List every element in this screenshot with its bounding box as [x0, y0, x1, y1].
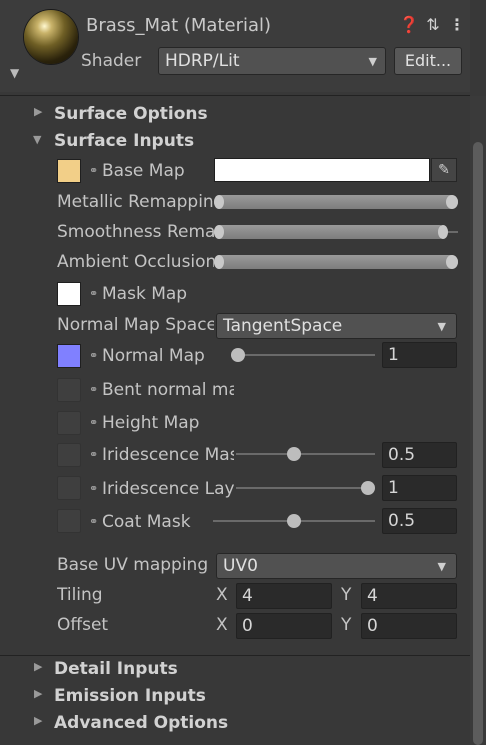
offset-label: Offset [57, 615, 109, 635]
offset-x-label: X [216, 615, 228, 635]
collapsed-arrow-icon[interactable]: ▶ [34, 660, 42, 673]
separator [0, 655, 470, 656]
coat-mask-slider-handle[interactable] [287, 514, 301, 528]
scrollbar-thumb[interactable] [473, 142, 483, 745]
bent-normal-map-texture-slot[interactable] [57, 378, 81, 402]
more-icon[interactable]: ⋮ [446, 14, 468, 36]
detail-inputs-foldout[interactable]: Detail Inputs [54, 659, 178, 679]
link-icon: ⚭ [89, 383, 99, 396]
iridescence-layer-label: Iridescence Layer Thickness [102, 479, 234, 499]
offset-y-label: Y [341, 615, 352, 635]
slider-handle[interactable] [446, 195, 458, 209]
material-preview-icon [24, 10, 78, 64]
slider-handle[interactable] [214, 225, 224, 239]
edit-shader-button[interactable]: Edit... [394, 47, 462, 75]
base-uv-mapping-value: UV0 [223, 556, 258, 576]
coat-mask-texture-slot[interactable] [57, 509, 81, 533]
iridescence-mask-texture-slot[interactable] [57, 443, 81, 467]
collapsed-arrow-icon[interactable]: ▶ [34, 687, 42, 700]
separator [0, 95, 470, 96]
link-icon: ⚭ [89, 349, 99, 362]
surface-inputs-foldout[interactable]: Surface Inputs [54, 131, 194, 151]
dropdown-arrow-icon: ▼ [437, 560, 446, 573]
iridescence-mask-slider-track[interactable] [236, 453, 375, 455]
dropdown-arrow-icon: ▼ [437, 320, 446, 333]
smoothness-remapping-label: Smoothness Remapping [57, 222, 214, 242]
normal-map-space-label: Normal Map Space [57, 315, 214, 335]
metallic-remapping-slider[interactable] [214, 195, 458, 209]
base-uv-mapping-label: Base UV mapping [57, 555, 209, 575]
normal-scale-slider-track[interactable] [231, 354, 375, 356]
collapsed-arrow-icon[interactable]: ▶ [34, 714, 42, 727]
coat-mask-input[interactable]: 0.5 [382, 508, 457, 534]
material-title: Brass_Mat (Material) [86, 15, 272, 36]
iridescence-layer-slider-track[interactable] [236, 487, 375, 489]
eyedropper-icon[interactable]: ✎ [431, 158, 457, 182]
collapsed-arrow-icon[interactable]: ▶ [34, 105, 42, 118]
header-foldout-arrow-icon[interactable]: ▼ [10, 66, 19, 80]
base-uv-mapping-dropdown[interactable]: UV0 ▼ [216, 553, 457, 579]
dropdown-arrow-icon: ▼ [368, 55, 377, 68]
link-icon: ⚭ [89, 515, 99, 528]
link-icon: ⚭ [89, 164, 99, 177]
normal-scale-input[interactable]: 1 [382, 342, 457, 368]
base-map-label: Base Map [102, 161, 185, 181]
surface-options-foldout[interactable]: Surface Options [54, 104, 208, 124]
link-icon: ⚭ [89, 287, 99, 300]
offset-x-input[interactable]: 0 [236, 613, 332, 639]
tiling-y-input[interactable]: 4 [361, 583, 457, 609]
expanded-arrow-icon[interactable]: ▼ [33, 133, 41, 146]
tiling-label: Tiling [57, 585, 103, 605]
slider-handle[interactable] [214, 195, 224, 209]
shader-dropdown[interactable]: HDRP/Lit ▼ [158, 47, 386, 75]
coat-mask-label: Coat Mask [102, 512, 191, 532]
offset-y-input[interactable]: 0 [361, 613, 457, 639]
normal-map-space-value: TangentSpace [223, 316, 343, 336]
link-icon: ⚭ [89, 448, 99, 461]
tiling-x-input[interactable]: 4 [236, 583, 332, 609]
metallic-remapping-label: Metallic Remapping [57, 192, 214, 212]
tiling-y-label: Y [341, 585, 352, 605]
slider-handle[interactable] [438, 225, 448, 239]
iridescence-mask-input[interactable]: 0.5 [382, 442, 457, 468]
tiling-x-label: X [216, 585, 228, 605]
ambient-occlusion-slider[interactable] [214, 255, 458, 269]
preset-icon[interactable]: ⇅ [422, 14, 444, 36]
normal-scale-slider-handle[interactable] [231, 348, 245, 362]
emission-inputs-foldout[interactable]: Emission Inputs [54, 686, 206, 706]
base-color-field[interactable] [214, 158, 430, 182]
iridescence-mask-label: Iridescence Mask [102, 445, 234, 465]
normal-map-label: Normal Map [102, 346, 205, 366]
material-header: ▼ Brass_Mat (Material) ❓ ⇅ ⋮ Shader HDRP… [0, 0, 470, 92]
normal-map-space-dropdown[interactable]: TangentSpace ▼ [216, 313, 457, 339]
base-map-texture-slot[interactable] [57, 159, 81, 183]
iridescence-mask-slider-handle[interactable] [287, 447, 301, 461]
advanced-options-foldout[interactable]: Advanced Options [54, 713, 228, 733]
ambient-occlusion-label: Ambient Occlusion Remapping [57, 252, 214, 272]
bent-normal-map-label: Bent normal map [102, 380, 234, 400]
height-map-texture-slot[interactable] [57, 411, 81, 435]
slider-handle[interactable] [446, 255, 458, 269]
iridescence-layer-input[interactable]: 1 [382, 475, 457, 501]
link-icon: ⚭ [89, 482, 99, 495]
smoothness-remapping-slider[interactable] [214, 225, 446, 239]
help-icon[interactable]: ❓ [398, 14, 420, 36]
normal-map-texture-slot[interactable] [57, 344, 81, 368]
iridescence-layer-texture-slot[interactable] [57, 476, 81, 500]
mask-map-texture-slot[interactable] [57, 282, 81, 306]
mask-map-label: Mask Map [102, 284, 188, 304]
iridescence-layer-slider-handle[interactable] [361, 481, 375, 495]
height-map-label: Height Map [102, 413, 200, 433]
shader-label: Shader [81, 51, 142, 71]
slider-handle[interactable] [214, 255, 224, 269]
shader-value: HDRP/Lit [165, 51, 240, 71]
link-icon: ⚭ [89, 416, 99, 429]
